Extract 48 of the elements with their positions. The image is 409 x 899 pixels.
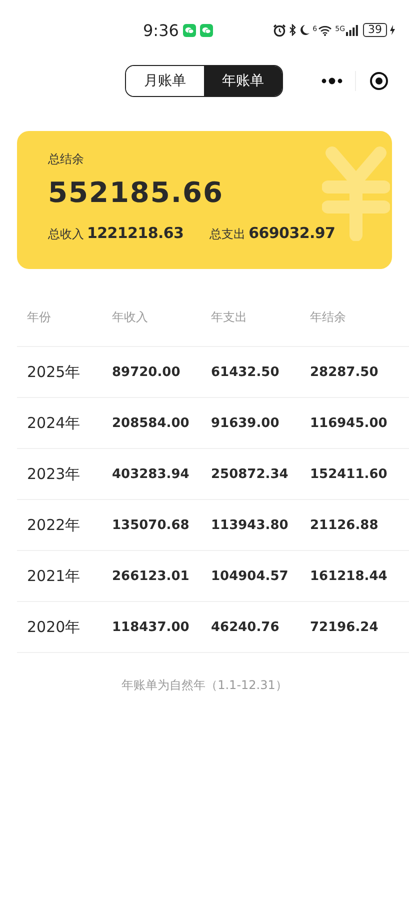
table-cell-text: 2022年 bbox=[27, 516, 82, 534]
table-cell-text: 104904.57 bbox=[211, 568, 290, 584]
more-icon[interactable] bbox=[321, 77, 344, 85]
income-amount: 1221218.63 bbox=[87, 224, 184, 242]
table-cell-text: 161218.44 bbox=[310, 568, 388, 584]
close-icon[interactable] bbox=[368, 71, 389, 91]
table-cell-text: 46240.76 bbox=[211, 620, 280, 634]
balance-label: 总结余 bbox=[48, 151, 85, 168]
table-cell-text: 2021年 bbox=[27, 566, 82, 586]
expense-label: 总支出 bbox=[210, 226, 246, 243]
table-cell-text: 118437.00 bbox=[112, 620, 190, 634]
table-cell-text: 2023年 bbox=[27, 464, 82, 484]
table-cell-text: 116945.00 bbox=[310, 416, 388, 430]
table-cell-text: 2025年 bbox=[27, 362, 82, 382]
moon-icon bbox=[298, 24, 310, 36]
table-cell-text: 208584.00 bbox=[112, 416, 190, 430]
balance-amount: 552185.66 bbox=[48, 176, 224, 209]
chat-app-icon bbox=[182, 24, 196, 36]
table-cell-text: 135070.68 bbox=[112, 518, 190, 532]
table-cell-text: 2020年 bbox=[27, 618, 82, 636]
table-cell-text: 266123.01 bbox=[112, 568, 190, 584]
footnote: 年账单为自然年（1.1-12.31） bbox=[120, 677, 288, 694]
chat-app-icon bbox=[200, 24, 213, 36]
tab[interactable]: 年账单 bbox=[204, 66, 282, 96]
table-cell-text: 61432.50 bbox=[211, 364, 280, 380]
table-cell-text: 403283.94 bbox=[112, 466, 190, 482]
signal-icon bbox=[346, 24, 358, 36]
table-cell-text: 21126.88 bbox=[310, 518, 380, 532]
table-cell-text: 89720.00 bbox=[112, 364, 182, 380]
battery-level: 39 bbox=[363, 23, 387, 37]
alarm-icon bbox=[272, 24, 286, 36]
wifi-icon bbox=[318, 24, 332, 36]
column-header: 年结余 bbox=[310, 309, 347, 326]
bluetooth-icon bbox=[288, 24, 296, 36]
table-cell-text: 250872.34 bbox=[211, 466, 290, 482]
table-cell-text: 28287.50 bbox=[310, 364, 380, 380]
clock-time: 9:36 bbox=[143, 20, 179, 40]
table-cell-text: 2024年 bbox=[27, 414, 82, 432]
table-cell-text: 91639.00 bbox=[211, 416, 280, 430]
income-label: 总收入 bbox=[48, 226, 84, 243]
column-header: 年份 bbox=[27, 309, 52, 326]
charging-icon bbox=[390, 25, 395, 35]
table-cell-text: 113943.80 bbox=[211, 518, 290, 532]
column-header: 年收入 bbox=[112, 309, 149, 326]
column-header: 年支出 bbox=[211, 309, 248, 326]
table-cell-text: 152411.60 bbox=[310, 466, 388, 482]
expense-amount: 669032.97 bbox=[248, 224, 336, 242]
table-cell-text: 72196.24 bbox=[310, 620, 380, 634]
